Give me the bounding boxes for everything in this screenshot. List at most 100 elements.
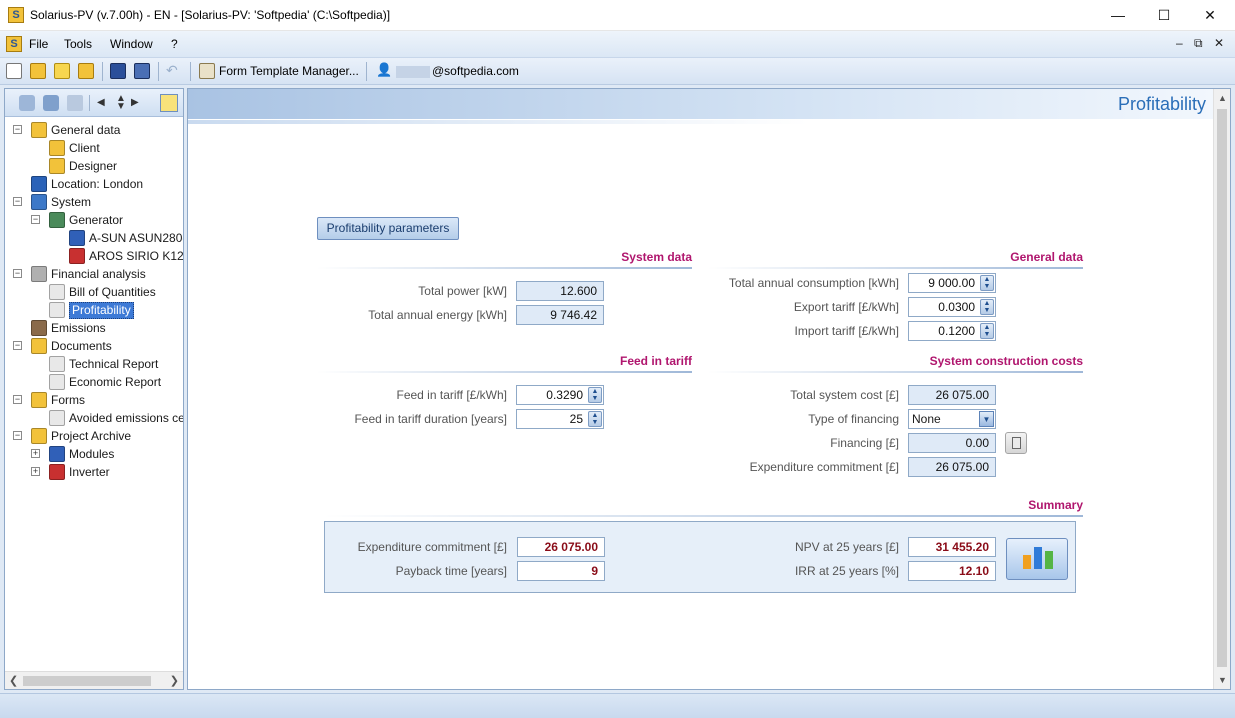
save-all-icon[interactable]	[134, 63, 150, 79]
spinner-icon[interactable]: ▲ ▼	[588, 387, 602, 403]
scroll-up-icon[interactable]: ▲	[1218, 93, 1227, 103]
collapse-icon[interactable]: −	[13, 431, 22, 440]
collapse-icon[interactable]: −	[13, 269, 22, 278]
tree-item[interactable]: − Documents	[5, 337, 183, 355]
mdi-minimize-button[interactable]: –	[1176, 36, 1183, 50]
calculator-icon	[1012, 437, 1021, 449]
chart-button[interactable]	[1006, 538, 1068, 580]
calculator-button[interactable]	[1005, 432, 1027, 454]
undo-icon[interactable]: ↶	[166, 63, 182, 79]
folder-edit-icon[interactable]	[78, 63, 94, 79]
financing-type-select[interactable]: None ▼	[908, 409, 996, 429]
feed-in-tariff-input[interactable]: 0.3290 ▲ ▼	[516, 385, 604, 405]
document-icon	[49, 374, 65, 390]
feed-in-duration-input[interactable]: 25 ▲ ▼	[516, 409, 604, 429]
person-icon	[49, 140, 65, 156]
tree-item[interactable]: + Inverter	[5, 463, 183, 481]
financing-label: Financing [£]	[830, 436, 899, 450]
summary-expenditure-field: 26 075.00	[517, 537, 605, 557]
annual-consumption-input[interactable]: 9 000.00 ▲ ▼	[908, 273, 996, 293]
tree-toolbar-separator	[89, 95, 90, 111]
project-tree: − General data Client Designer Location: Lon…	[5, 119, 183, 671]
title-bar: S Solarius-PV (v.7.00h) - EN - [Solarius…	[0, 0, 1235, 31]
tree-item[interactable]: AROS SIRIO K12	[5, 247, 183, 265]
tree-item[interactable]: − Generator	[5, 211, 183, 229]
mdi-restore-button[interactable]: ⧉	[1194, 36, 1203, 51]
maximize-button[interactable]: ☐	[1141, 0, 1187, 31]
collapse-icon[interactable]: −	[13, 341, 22, 350]
annual-consumption-value: 9 000.00	[928, 276, 975, 290]
clipboard-icon[interactable]	[67, 95, 83, 111]
financing-type-label: Type of financing	[808, 412, 899, 426]
tree-item[interactable]: − System	[5, 193, 183, 211]
open-folder-icon[interactable]	[30, 63, 46, 79]
profitability-parameters-button[interactable]: Profitability parameters	[317, 217, 459, 240]
archive-icon	[31, 428, 47, 444]
book-icon[interactable]	[19, 95, 35, 111]
collapse-icon[interactable]: −	[13, 395, 22, 404]
tree-item-label: Generator	[69, 213, 124, 227]
tree-item[interactable]: Economic Report	[5, 373, 183, 391]
spinner-icon[interactable]: ▲ ▼	[980, 323, 994, 339]
notes-icon[interactable]	[54, 63, 70, 79]
tree-item[interactable]: Emissions	[5, 319, 183, 337]
tree-item[interactable]: A-SUN ASUN280-M	[5, 229, 183, 247]
tree-item[interactable]: − Financial analysis	[5, 265, 183, 283]
arrow-right-icon[interactable]: ▶	[131, 95, 147, 111]
app-icon[interactable]: S	[8, 7, 24, 23]
window-toggle-icon[interactable]	[160, 94, 178, 112]
menu-tools[interactable]: Tools	[64, 37, 92, 51]
tree-item[interactable]: Designer	[5, 157, 183, 175]
layers-icon[interactable]	[43, 95, 59, 111]
import-tariff-input[interactable]: 0.1200 ▲ ▼	[908, 321, 996, 341]
form-template-manager-button[interactable]: Form Template Manager...	[219, 64, 359, 78]
new-file-icon[interactable]	[6, 63, 22, 79]
tree-item[interactable]: Location: London	[5, 175, 183, 193]
project-tree-panel: ◀ ▲ ▼ ▶ − General data Client Designer Locati…	[4, 88, 184, 690]
scroll-thumb[interactable]	[1217, 109, 1227, 667]
scroll-left-icon[interactable]: ❮	[9, 674, 18, 687]
minimize-button[interactable]: —	[1095, 0, 1141, 31]
tree-item[interactable]: − Project Archive	[5, 427, 183, 445]
tree-item-label: Inverter	[69, 465, 110, 479]
arrow-up-down-icon[interactable]: ▲ ▼	[113, 94, 129, 112]
expand-icon[interactable]: +	[31, 467, 40, 476]
scroll-thumb[interactable]	[23, 676, 151, 686]
tree-item[interactable]: + Modules	[5, 445, 183, 463]
arrow-left-icon[interactable]: ◀	[97, 95, 113, 111]
menu-window[interactable]: Window	[110, 37, 153, 51]
tree-item[interactable]: Client	[5, 139, 183, 157]
payback-time-field: 9	[517, 561, 605, 581]
main-vertical-scrollbar[interactable]: ▲ ▼	[1213, 89, 1230, 689]
spinner-icon[interactable]: ▲ ▼	[980, 299, 994, 315]
tree-horizontal-scrollbar[interactable]: ❮ ❯	[5, 671, 183, 689]
collapse-icon[interactable]: −	[13, 197, 22, 206]
tree-item[interactable]: − Forms	[5, 391, 183, 409]
collapse-icon[interactable]: −	[31, 215, 40, 224]
tree-item[interactable]: Technical Report	[5, 355, 183, 373]
financing-field: 0.00	[908, 433, 996, 453]
close-button[interactable]: ✕	[1187, 0, 1233, 31]
collapse-icon[interactable]: −	[13, 125, 22, 134]
system-icon	[31, 194, 47, 210]
tree-item[interactable]: Avoided emissions certif	[5, 409, 183, 427]
tree-item[interactable]: − General data	[5, 121, 183, 139]
form-template-icon[interactable]	[199, 63, 215, 79]
tree-item[interactable]: Profitability	[5, 301, 183, 319]
tree-item[interactable]: Bill of Quantities	[5, 283, 183, 301]
spinner-icon[interactable]: ▲ ▼	[980, 275, 994, 291]
menu-file[interactable]: File	[29, 37, 48, 51]
export-tariff-input[interactable]: 0.0300 ▲ ▼	[908, 297, 996, 317]
scroll-down-icon[interactable]: ▼	[1218, 675, 1227, 685]
system-data-title: System data	[621, 250, 692, 264]
document-app-icon[interactable]: S	[6, 36, 22, 52]
expand-icon[interactable]: +	[31, 449, 40, 458]
mdi-close-button[interactable]: ✕	[1214, 36, 1224, 50]
chevron-down-icon[interactable]: ▼	[979, 411, 994, 427]
scroll-right-icon[interactable]: ❯	[170, 674, 179, 687]
menu-help[interactable]: ?	[171, 37, 178, 51]
tree-item-label: Project Archive	[51, 429, 132, 443]
tree-item-label: System	[51, 195, 92, 209]
save-icon[interactable]	[110, 63, 126, 79]
spinner-icon[interactable]: ▲ ▼	[588, 411, 602, 427]
